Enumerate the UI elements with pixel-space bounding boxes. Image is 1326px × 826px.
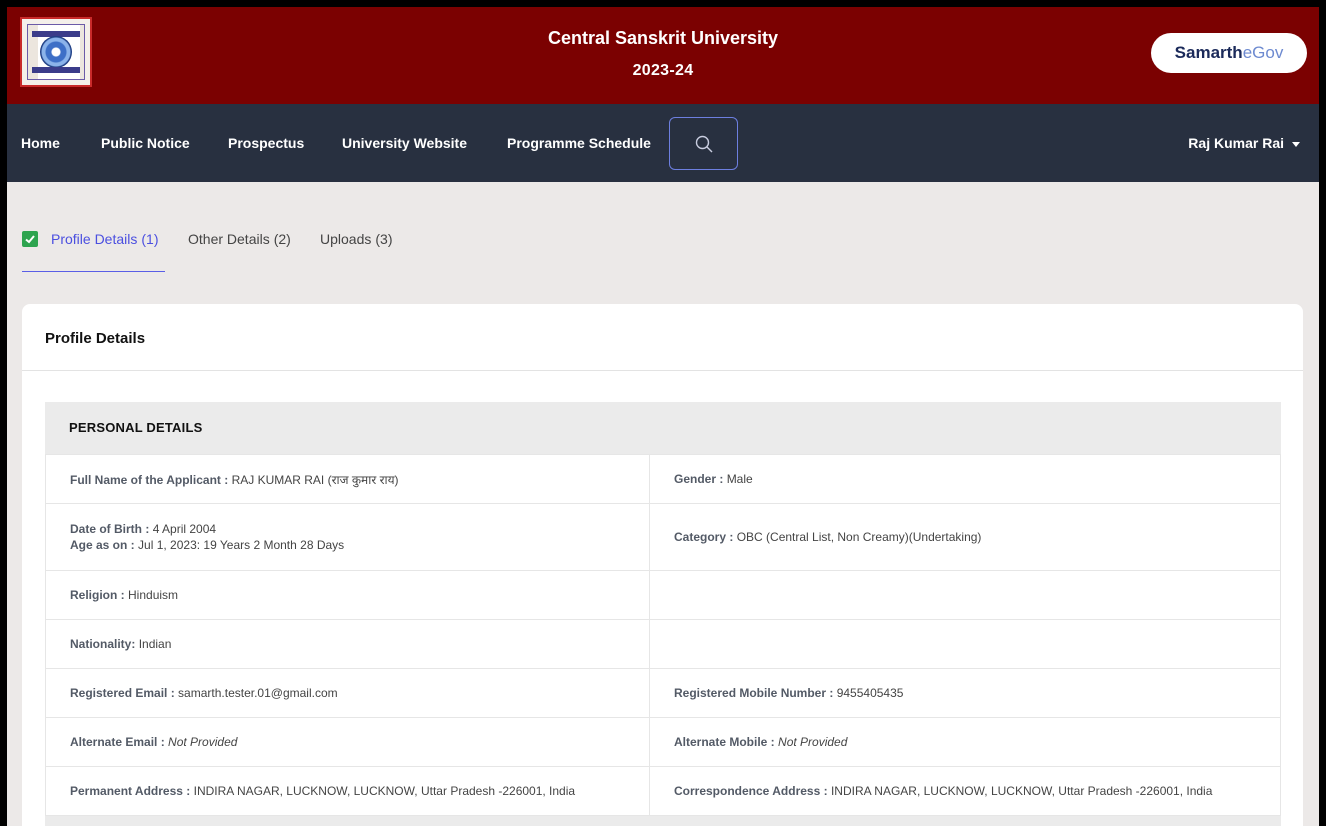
field-label: Alternate Mobile : xyxy=(674,735,775,749)
field-label: Religion : xyxy=(70,588,125,602)
caret-down-icon xyxy=(1292,141,1300,147)
brand-part1: Samarth xyxy=(1174,43,1243,62)
field-label: Registered Email : xyxy=(70,686,175,700)
table-row: Nationality: Indian xyxy=(45,619,1281,669)
empty-cell xyxy=(649,619,1281,669)
personal-details-table: Full Name of the Applicant : RAJ KUMAR R… xyxy=(45,454,1281,816)
divider xyxy=(22,370,1303,371)
brand-part2: eGov xyxy=(1242,43,1284,62)
nationality-cell: Nationality: Indian xyxy=(45,619,650,669)
tab-label: Profile Details xyxy=(51,231,138,247)
dob-cell: Date of Birth : 4 April 2004 Age as on :… xyxy=(45,503,650,571)
category-cell: Category : OBC (Central List, Non Creamy… xyxy=(649,503,1281,571)
profile-details-card: Profile Details PERSONAL DETAILS Full Na… xyxy=(22,304,1303,826)
permanent-address-cell: Permanent Address : INDIRA NAGAR, LUCKNO… xyxy=(45,766,650,816)
field-label: Registered Mobile Number : xyxy=(674,686,834,700)
table-row: Date of Birth : 4 April 2004 Age as on :… xyxy=(45,503,1281,571)
permanent-address-value: INDIRA NAGAR, LUCKNOW, LUCKNOW, Uttar Pr… xyxy=(193,784,576,798)
table-row: Full Name of the Applicant : RAJ KUMAR R… xyxy=(45,454,1281,504)
tab-profile-details[interactable]: Profile Details (1) xyxy=(51,231,159,247)
field-label: Date of Birth : xyxy=(70,522,150,536)
main-navbar: Home Public Notice Prospectus University… xyxy=(7,104,1319,182)
mobile-cell: Registered Mobile Number : 9455405435 xyxy=(649,668,1281,718)
empty-cell xyxy=(649,570,1281,620)
table-row: Religion : Hinduism xyxy=(45,570,1281,620)
top-header: Central Sanskrit University 2023-24 Sama… xyxy=(7,7,1319,104)
field-label: Permanent Address : xyxy=(70,784,191,798)
university-title: Central Sanskrit University xyxy=(547,28,779,48)
field-label: Age as on : xyxy=(70,538,135,552)
mobile-value: 9455405435 xyxy=(836,686,904,700)
category-value: OBC (Central List, Non Creamy)(Undertaki… xyxy=(736,530,982,544)
academic-year: 2023-24 xyxy=(632,62,694,79)
alt-mobile-value: Not Provided xyxy=(778,735,848,749)
search-icon xyxy=(695,135,713,153)
alt-mobile-cell: Alternate Mobile : Not Provided xyxy=(649,717,1281,767)
email-cell: Registered Email : samarth.tester.01@gma… xyxy=(45,668,650,718)
samarth-egov-brand[interactable]: SamartheGov xyxy=(1151,33,1307,73)
field-label: Alternate Email : xyxy=(70,735,165,749)
tab-label: Uploads xyxy=(320,231,372,247)
alt-email-value: Not Provided xyxy=(168,735,238,749)
user-name: Raj Kumar Rai xyxy=(1188,135,1284,151)
tab-number: (1) xyxy=(141,231,159,247)
nationality-value: Indian xyxy=(138,637,172,651)
field-label: Gender : xyxy=(674,472,724,486)
field-label: Nationality: xyxy=(70,637,136,651)
age-value: Jul 1, 2023: 19 Years 2 Month 28 Days xyxy=(138,538,345,552)
form-tabs: Profile Details (1) Other Details (2) Uplo… xyxy=(22,227,1319,277)
active-tab-underline xyxy=(22,271,165,272)
tab-other-details[interactable]: Other Details (2) xyxy=(188,231,291,247)
alt-email-cell: Alternate Email : Not Provided xyxy=(45,717,650,767)
section-bottom-strip xyxy=(45,816,1281,826)
nav-programme-schedule[interactable]: Programme Schedule xyxy=(507,135,651,151)
table-row: Permanent Address : INDIRA NAGAR, LUCKNO… xyxy=(45,766,1281,816)
correspondence-address-cell: Correspondence Address : INDIRA NAGAR, L… xyxy=(649,766,1281,816)
correspondence-address-value: INDIRA NAGAR, LUCKNOW, LUCKNOW, Uttar Pr… xyxy=(830,784,1213,798)
search-button[interactable] xyxy=(669,117,738,170)
user-menu[interactable]: Raj Kumar Rai xyxy=(1188,135,1300,151)
email-value: samarth.tester.01@gmail.com xyxy=(178,686,338,700)
gender-cell: Gender : Male xyxy=(649,454,1281,504)
religion-value: Hinduism xyxy=(128,588,179,602)
tab-label: Other Details xyxy=(188,231,270,247)
nav-public-notice[interactable]: Public Notice xyxy=(101,135,190,151)
card-title: Profile Details xyxy=(45,330,146,347)
age-line: Age as on : Jul 1, 2023: 19 Years 2 Mont… xyxy=(70,538,625,552)
field-label: Correspondence Address : xyxy=(674,784,828,798)
tab-number: (2) xyxy=(273,231,291,247)
personal-details-section: PERSONAL DETAILS Full Name of the Applic… xyxy=(45,402,1281,826)
page-frame: Central Sanskrit University 2023-24 Sama… xyxy=(7,7,1319,826)
table-row: Alternate Email : Not Provided Alternate… xyxy=(45,717,1281,767)
religion-cell: Religion : Hinduism xyxy=(45,570,650,620)
full-name-cell: Full Name of the Applicant : RAJ KUMAR R… xyxy=(45,454,650,504)
gender-value: Male xyxy=(726,472,753,486)
field-label: Category : xyxy=(674,530,734,544)
section-title: PERSONAL DETAILS xyxy=(45,402,1281,454)
check-icon xyxy=(22,231,38,247)
full-name-value: RAJ KUMAR RAI (राज कुमार राय) xyxy=(231,472,399,487)
nav-prospectus[interactable]: Prospectus xyxy=(228,135,304,151)
table-row: Registered Email : samarth.tester.01@gma… xyxy=(45,668,1281,718)
tab-number: (3) xyxy=(375,231,393,247)
dob-value: 4 April 2004 xyxy=(152,522,217,536)
nav-university-website[interactable]: University Website xyxy=(342,135,467,151)
tab-uploads[interactable]: Uploads (3) xyxy=(320,231,393,247)
field-label: Full Name of the Applicant : xyxy=(70,472,229,487)
nav-home[interactable]: Home xyxy=(21,135,60,151)
